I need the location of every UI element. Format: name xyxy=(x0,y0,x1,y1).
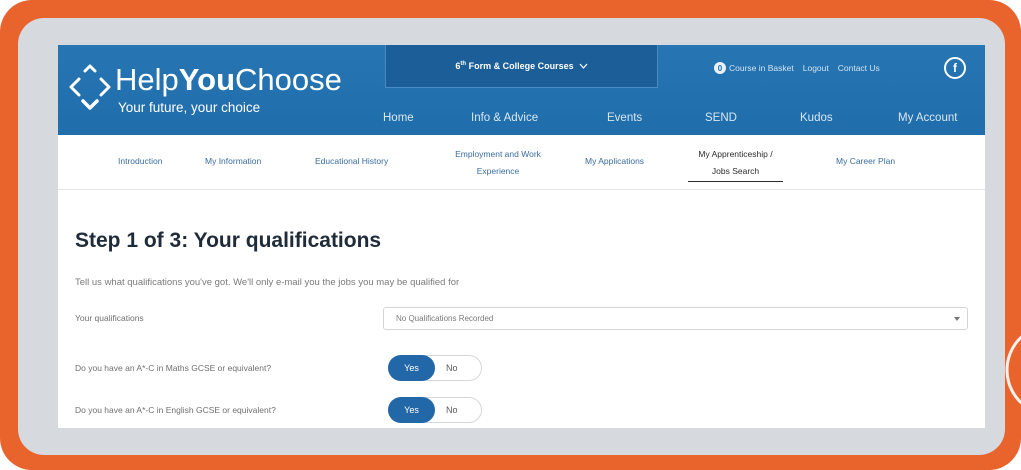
english-yes-option[interactable]: Yes xyxy=(388,397,435,423)
subnav-label: My Applications xyxy=(585,156,645,166)
subnav-label: Employment and Work xyxy=(455,149,541,159)
nav-my-account[interactable]: My Account xyxy=(898,111,957,125)
orange-circle-decoration xyxy=(1005,335,1021,405)
subnav-educational-history[interactable]: Educational History xyxy=(315,153,388,170)
subnav-label: Introduction xyxy=(118,156,163,166)
nav-send[interactable]: SEND xyxy=(705,111,737,125)
subnav-apprenticeship-jobs[interactable]: My Apprenticeship / Jobs Search xyxy=(688,146,783,182)
site-logo-text[interactable]: HelpYouChoose xyxy=(115,63,342,97)
subnav-employment[interactable]: Employment and Work Experience xyxy=(443,146,553,180)
website-screenshot: HelpYouChoose Your future, your choice 6… xyxy=(58,45,985,428)
utility-links: 0 Course in Basket Logout Contact Us xyxy=(714,61,880,75)
maths-question-label: Do you have an A*-C in Maths GCSE or equ… xyxy=(75,363,272,373)
basket-link[interactable]: Course in Basket xyxy=(729,63,794,73)
nav-events[interactable]: Events xyxy=(607,111,642,125)
english-no-option[interactable]: No xyxy=(446,398,458,422)
qualifications-select[interactable]: No Qualifications Recorded xyxy=(383,307,968,330)
account-subnav: Introduction My Information Educational … xyxy=(58,135,985,190)
courses-label: Form & College Courses xyxy=(468,61,574,71)
courses-suffix: th xyxy=(460,61,467,67)
basket-count-badge[interactable]: 0 xyxy=(714,62,726,74)
contact-link[interactable]: Contact Us xyxy=(838,63,880,73)
maths-no-option[interactable]: No xyxy=(446,356,458,380)
site-tagline: Your future, your choice xyxy=(118,100,261,115)
subnav-introduction[interactable]: Introduction xyxy=(118,153,162,170)
site-header: HelpYouChoose Your future, your choice 6… xyxy=(58,45,985,135)
english-question-label: Do you have an A*-C in English GCSE or e… xyxy=(75,405,276,415)
page-title: Step 1 of 3: Your qualifications xyxy=(75,229,382,252)
maths-yes-no-toggle[interactable]: Yes No xyxy=(388,355,482,381)
qualifications-label: Your qualifications xyxy=(75,313,144,323)
nav-home[interactable]: Home xyxy=(383,111,414,125)
help-you-choose-logo-icon[interactable] xyxy=(68,61,112,111)
maths-yes-option[interactable]: Yes xyxy=(388,355,435,381)
english-yes-no-toggle[interactable]: Yes No xyxy=(388,397,482,423)
facebook-icon[interactable]: f xyxy=(944,57,966,79)
chevron-down-icon xyxy=(579,63,588,69)
logout-link[interactable]: Logout xyxy=(803,63,829,73)
courses-dropdown[interactable]: 6th Form & College Courses xyxy=(385,45,658,88)
qualifications-value: No Qualifications Recorded xyxy=(396,314,494,323)
logo-help: Help xyxy=(115,62,179,97)
subnav-label: Jobs Search xyxy=(711,166,760,176)
subnav-my-information[interactable]: My Information xyxy=(205,153,261,170)
caret-down-icon xyxy=(954,317,960,321)
subnav-label: My Career Plan xyxy=(836,156,896,166)
nav-info-advice[interactable]: Info & Advice xyxy=(471,111,538,125)
subnav-label: My Apprenticeship / xyxy=(698,149,773,159)
nav-kudos[interactable]: Kudos xyxy=(800,111,833,125)
subnav-label: My Information xyxy=(205,156,262,166)
logo-choose: Choose xyxy=(235,62,342,97)
subnav-label: Educational History xyxy=(315,156,389,166)
subnav-label: Experience xyxy=(476,166,520,176)
intro-text: Tell us what qualifications you've got. … xyxy=(75,277,460,288)
subnav-my-applications[interactable]: My Applications xyxy=(585,153,644,170)
subnav-my-career-plan[interactable]: My Career Plan xyxy=(836,153,895,170)
logo-you: You xyxy=(178,62,236,97)
courses-dropdown-label: 6th Form & College Courses xyxy=(455,61,573,71)
